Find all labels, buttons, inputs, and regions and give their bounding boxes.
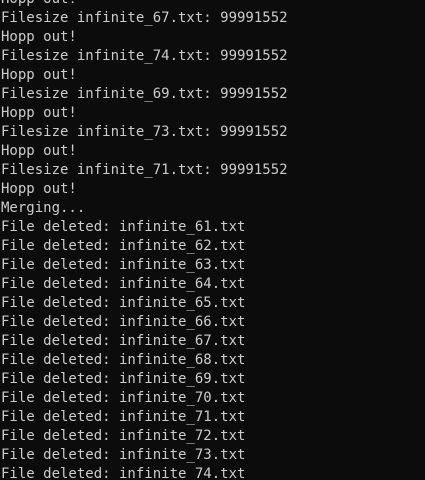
output-line: File deleted: infinite_70.txt: [1, 390, 246, 406]
output-line: File deleted: infinite_62.txt: [1, 238, 246, 254]
output-line: File deleted: infinite_74.txt: [1, 466, 246, 480]
console-output: Hopp out! Filesize infinite_67.txt: 9999…: [1, 0, 288, 480]
output-line: Filesize infinite_71.txt: 99991552: [1, 162, 288, 178]
output-line: Hopp out!: [1, 181, 77, 197]
output-line: File deleted: infinite_66.txt: [1, 314, 246, 330]
output-line: Merging...: [1, 200, 86, 216]
output-line: File deleted: infinite_73.txt: [1, 447, 246, 463]
output-line: Filesize infinite_69.txt: 99991552: [1, 86, 288, 102]
output-line: File deleted: infinite_69.txt: [1, 371, 246, 387]
output-line: File deleted: infinite_71.txt: [1, 409, 246, 425]
output-line: Hopp out!: [1, 67, 77, 83]
output-line: Hopp out!: [1, 29, 77, 45]
output-line: Filesize infinite_73.txt: 99991552: [1, 124, 288, 140]
output-line: Filesize infinite_74.txt: 99991552: [1, 48, 288, 64]
output-line: File deleted: infinite_61.txt: [1, 219, 246, 235]
terminal-window[interactable]: Hopp out! Filesize infinite_67.txt: 9999…: [0, 0, 425, 480]
output-line: File deleted: infinite_72.txt: [1, 428, 246, 444]
output-line: File deleted: infinite_67.txt: [1, 333, 246, 349]
output-line: File deleted: infinite_63.txt: [1, 257, 246, 273]
output-line: Filesize infinite_67.txt: 99991552: [1, 10, 288, 26]
output-line: Hopp out!: [1, 105, 77, 121]
output-line: File deleted: infinite_65.txt: [1, 295, 246, 311]
output-line: File deleted: infinite_64.txt: [1, 276, 246, 292]
output-line: File deleted: infinite_68.txt: [1, 352, 246, 368]
output-line: Hopp out!: [1, 0, 288, 9]
output-line: Hopp out!: [1, 143, 77, 159]
